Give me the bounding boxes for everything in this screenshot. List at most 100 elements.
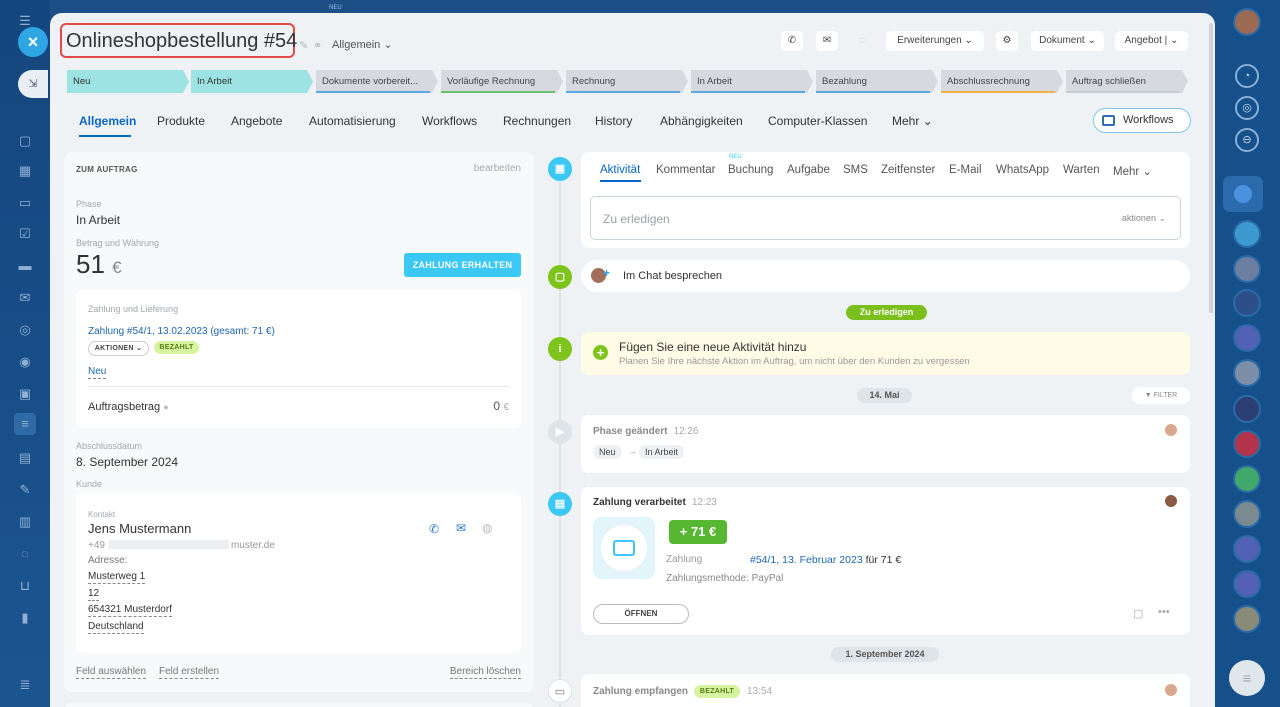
tab-rechnungen[interactable]: Rechnungen [503, 114, 571, 128]
chat-avatar[interactable] [1233, 220, 1261, 248]
contact-avatar[interactable] [1233, 289, 1261, 317]
search-icon[interactable]: ⊖ [1235, 128, 1259, 152]
payment-link[interactable]: Zahlung #54/1, 13.02.2023 (gesamt: 71 €) [88, 326, 275, 337]
todo-input[interactable]: Zu erledigen aktionen ⌄ [590, 196, 1181, 240]
contact-avatar[interactable] [1233, 430, 1261, 458]
phone-icon[interactable]: ✆ [429, 522, 439, 536]
stage-item[interactable]: In Arbeit [191, 70, 313, 93]
add-icon[interactable]: + [593, 345, 608, 360]
activity-tab-mehr[interactable]: Mehr ⌄ [1113, 164, 1152, 178]
receive-payment-button[interactable]: ZAHLUNG ERHALTEN [404, 253, 521, 277]
activity-tab-buchung[interactable]: Buchung [728, 164, 773, 176]
document-button[interactable]: Dokument ⌄ [1031, 31, 1104, 51]
close-button[interactable]: × [18, 27, 48, 57]
stack-icon[interactable]: ≣ [14, 674, 36, 696]
activity-tab-warten[interactable]: Warten [1063, 164, 1100, 176]
contact-avatar[interactable] [1233, 255, 1261, 283]
copilot-avatar[interactable] [1233, 570, 1261, 598]
mail-icon[interactable]: ✉ [816, 31, 838, 51]
copilot-avatar[interactable] [1233, 324, 1261, 352]
stage-item[interactable]: Vorläufige Rechnung [441, 70, 563, 93]
contact-avatar[interactable] [1233, 395, 1261, 423]
workflows-button[interactable]: Workflows [1093, 108, 1191, 133]
scrollbar[interactable] [1209, 23, 1213, 313]
contact-name[interactable]: Jens Mustermann [88, 521, 191, 536]
delete-area-link[interactable]: Bereich löschen [449, 666, 521, 679]
stage-item[interactable]: Rechnung [566, 70, 688, 93]
card-icon[interactable]: ▬ [14, 255, 36, 277]
contact-avatar[interactable] [1233, 500, 1261, 528]
edit-link[interactable]: bearbeiten [474, 163, 521, 174]
category-select[interactable]: Allgemein ⌄ [332, 38, 393, 51]
tab-abh-ngigkeiten[interactable]: Abhängigkeiten [660, 114, 743, 128]
select-field-link[interactable]: Feld auswählen [76, 666, 147, 679]
activity-tab-aktivit-t[interactable]: Aktivität [600, 164, 640, 176]
activity-tab-e-mail[interactable]: E-Mail [949, 164, 982, 176]
actions-dropdown[interactable]: aktionen ⌄ [1122, 213, 1166, 224]
globe-icon[interactable]: ◌ [14, 543, 36, 565]
copilot-avatar[interactable] [1233, 535, 1261, 563]
mail-icon[interactable]: ✉ [14, 287, 36, 309]
calendar-icon[interactable]: ▦ [14, 160, 36, 182]
contact-avatar[interactable] [1233, 605, 1261, 633]
menu-icon[interactable]: ≡ [1229, 660, 1265, 696]
chat-icon[interactable]: ▢ [14, 130, 36, 152]
task-icon[interactable]: ☑ [14, 223, 36, 245]
actions-pill[interactable]: AKTIONEN ⌄ [88, 341, 149, 356]
cart-icon[interactable]: ⊔ [14, 575, 36, 597]
stage-item[interactable]: Bezahlung [816, 70, 938, 93]
contact-avatar[interactable] [1233, 359, 1261, 387]
activity-tab-whatsapp[interactable]: WhatsApp [996, 164, 1049, 176]
chart-icon[interactable]: ▮ [14, 607, 36, 629]
edit-icon[interactable]: ✎ [14, 479, 36, 501]
chat-icon[interactable]: ◍ [482, 521, 492, 535]
bell-icon[interactable]: ◔ [1235, 64, 1259, 88]
mail-icon[interactable]: ✉ [456, 521, 466, 535]
link-icon[interactable]: ⚭ [313, 39, 322, 52]
tab-allgemein[interactable]: Allgemein [79, 114, 136, 128]
activity-tab-kommentar[interactable]: Kommentar [656, 164, 715, 176]
chat-discuss[interactable]: + Im Chat besprechen [581, 260, 1190, 292]
offer-button[interactable]: Angebot | ⌄ [1115, 31, 1188, 51]
open-button[interactable]: ÖFFNEN [593, 604, 689, 624]
target-icon[interactable]: ◉ [14, 351, 36, 373]
create-field-link[interactable]: Feld erstellen [159, 666, 220, 679]
inbox-icon[interactable]: ▥ [14, 511, 36, 533]
phone-icon[interactable]: ✆ [781, 31, 803, 51]
activity-tab-sms[interactable]: SMS [843, 164, 868, 176]
stage-item[interactable]: Abschlussrechnung [941, 70, 1063, 93]
pencil-icon[interactable]: ✎ [299, 39, 308, 52]
add-activity-hint[interactable]: + Fügen Sie eine neue Aktivität hinzu Pl… [581, 332, 1190, 375]
tab-computer-klassen[interactable]: Computer-Klassen [768, 114, 867, 128]
tab-workflows[interactable]: Workflows [422, 114, 477, 128]
collapse-icon[interactable]: ⇲ [18, 70, 48, 98]
notes-avatar[interactable] [1233, 465, 1261, 493]
activity-tab-zeitfenster[interactable]: Zeitfenster [881, 164, 935, 176]
note-icon[interactable]: ▢ [1133, 607, 1143, 620]
payment-link[interactable]: #54/1, 13. Februar 2023 [750, 554, 863, 566]
extensions-button[interactable]: Erweiterungen ⌄ [886, 31, 984, 51]
stage-item[interactable]: Dokumente vorbereit... [316, 70, 438, 93]
more-icon[interactable]: ••• [1158, 606, 1170, 618]
tab-automatisierung[interactable]: Automatisierung [309, 114, 396, 128]
copilot-icon[interactable]: ◎ [1235, 96, 1259, 120]
bookmark-slot[interactable] [1223, 176, 1263, 212]
chat-icon[interactable]: ◌ [851, 31, 873, 51]
filter-icon[interactable]: ≡ [14, 413, 36, 435]
building-icon[interactable]: ▤ [14, 447, 36, 469]
user-avatar[interactable] [1233, 8, 1261, 36]
tab-mehr[interactable]: Mehr ⌄ [892, 114, 933, 128]
gear-icon[interactable]: ⚙ [996, 31, 1018, 51]
users-icon[interactable]: ◎ [14, 319, 36, 341]
document-icon[interactable]: ▭ [14, 192, 36, 214]
filter-button[interactable]: ▼ FILTER [1132, 387, 1190, 404]
tab-angebote[interactable]: Angebote [231, 114, 282, 128]
stage-item[interactable]: In Arbeit [691, 70, 813, 93]
monitor-icon[interactable]: ▣ [14, 383, 36, 405]
tab-produkte[interactable]: Produkte [157, 114, 205, 128]
stage-item[interactable]: Auftrag schließen [1066, 70, 1188, 93]
new-payment-link[interactable]: Neu [88, 366, 107, 379]
activity-tab-aufgabe[interactable]: Aufgabe [787, 164, 830, 176]
stage-item[interactable]: Neu [67, 70, 189, 93]
tab-history[interactable]: History [595, 114, 632, 128]
